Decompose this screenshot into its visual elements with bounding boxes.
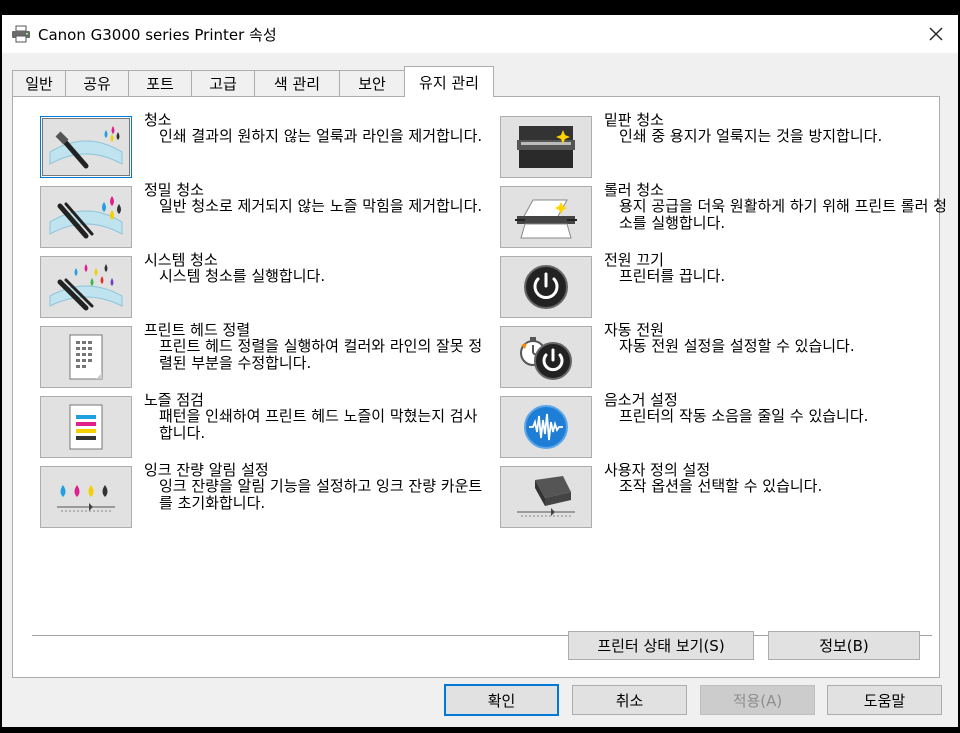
head-alignment-icon (69, 334, 103, 380)
roller-cleaning-button[interactable] (500, 186, 592, 248)
bottom-plate-cleaning-button[interactable] (500, 116, 592, 178)
about-button[interactable]: 정보(B) (768, 631, 920, 660)
ink-level-icon (57, 485, 115, 512)
tab-maintenance[interactable]: 유지 관리 (404, 66, 494, 97)
system-cleaning-description: 시스템 청소를 실행합니다. (159, 267, 326, 285)
deep-cleaning-icon (49, 196, 123, 239)
deep-cleaning-button[interactable] (40, 186, 132, 248)
nozzle-check-button[interactable] (40, 396, 132, 458)
custom-settings-description: 조작 옵션을 선택할 수 있습니다. (619, 477, 823, 495)
cleaning-button[interactable] (40, 116, 132, 178)
power-off-description: 프린터를 끕니다. (619, 267, 726, 285)
apply-button[interactable]: 적용(A) (700, 685, 815, 715)
nozzle-check-icon (69, 404, 103, 450)
custom-settings-icon (517, 476, 575, 517)
nozzle-check-description: 패턴을 인쇄하여 프린트 헤드 노즐이 막혔는지 검사합니다. (159, 407, 478, 442)
tab-security[interactable]: 보안 (339, 70, 405, 96)
cancel-button[interactable]: 취소 (572, 685, 687, 715)
tab-general[interactable]: 일반 (12, 70, 66, 96)
roller-cleaning-description: 용지 공급을 더욱 원활하게 하기 위해 프린트 롤러 청소를 실행합니다. (619, 197, 947, 232)
head-alignment-description: 프린트 헤드 정렬을 실행하여 컬러와 라인의 잘못 정렬된 부분을 수정합니다… (159, 337, 483, 372)
tab-strip: 일반 공유 포트 고급 색 관리 보안 유지 관리 (12, 66, 942, 97)
cleaning-description: 인쇄 결과의 원하지 않는 얼룩과 라인을 제거합니다. (159, 127, 483, 145)
roller-cleaning-icon (515, 199, 577, 239)
tab-ports[interactable]: 포트 (128, 70, 192, 96)
close-icon (929, 27, 943, 41)
power-off-button[interactable] (500, 256, 592, 318)
ink-level-button[interactable] (40, 466, 132, 528)
bottom-plate-cleaning-description: 인쇄 중 용지가 얼룩지는 것을 방지합니다. (619, 127, 883, 145)
bottom-plate-cleaning-icon (517, 126, 575, 168)
cleaning-icon (49, 126, 123, 169)
help-button[interactable]: 도움말 (827, 685, 942, 715)
auto-power-description: 자동 전원 설정을 설정할 수 있습니다. (619, 337, 855, 355)
system-cleaning-icon (49, 264, 123, 311)
custom-settings-button[interactable] (500, 466, 592, 528)
tab-sharing[interactable]: 공유 (65, 70, 129, 96)
deep-cleaning-description: 일반 청소로 제거되지 않는 노즐 막힘을 제거합니다. (159, 197, 483, 215)
auto-power-button[interactable] (500, 326, 592, 388)
power-off-icon (524, 265, 568, 309)
tab-advanced[interactable]: 고급 (191, 70, 255, 96)
system-cleaning-button[interactable] (40, 256, 132, 318)
printer-icon (12, 25, 30, 43)
quiet-mode-description: 프린터의 작동 소음을 줄일 수 있습니다. (619, 407, 869, 425)
ok-button[interactable]: 확인 (444, 684, 559, 716)
title-bar: Canon G3000 series Printer 속성 (2, 15, 958, 53)
view-printer-status-button[interactable]: 프린터 상태 보기(S) (568, 631, 754, 660)
auto-power-icon (520, 337, 572, 380)
quiet-mode-icon (524, 405, 568, 449)
quiet-mode-button[interactable] (500, 396, 592, 458)
tab-color-management[interactable]: 색 관리 (254, 70, 340, 96)
window-title: Canon G3000 series Printer 속성 (38, 26, 277, 44)
printer-properties-dialog: Canon G3000 series Printer 속성 일반 공유 포트 고… (2, 15, 958, 727)
head-alignment-button[interactable] (40, 326, 132, 388)
close-button[interactable] (914, 15, 958, 53)
ink-level-description: 잉크 잔량을 알림 기능을 설정하고 잉크 잔량 카운트를 초기화합니다. (159, 477, 483, 512)
